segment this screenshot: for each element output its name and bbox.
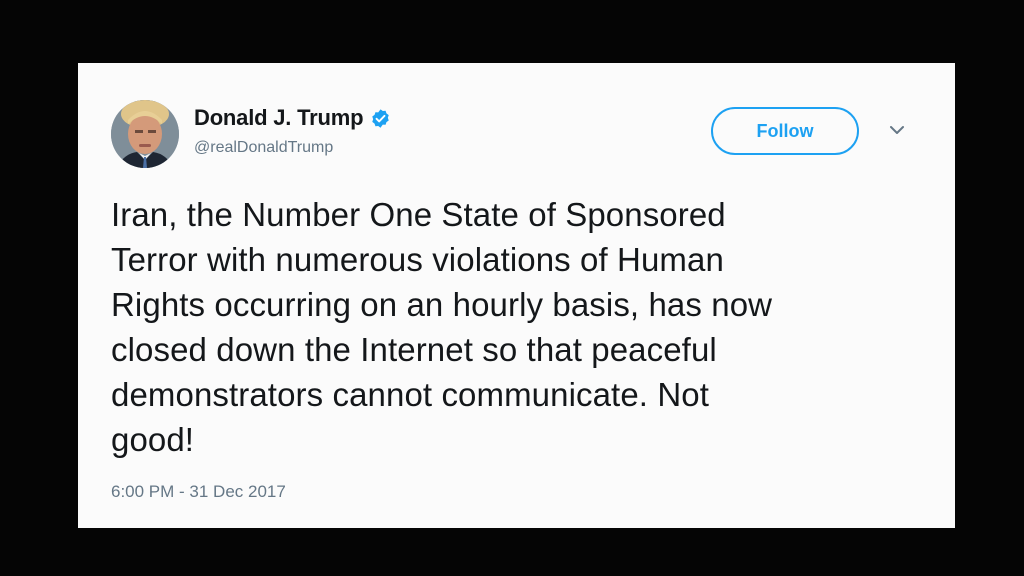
tweet-text-line: demonstrators cannot communicate. Not bbox=[111, 376, 709, 413]
author-name-row: Donald J. Trump bbox=[194, 104, 391, 132]
author-display-name[interactable]: Donald J. Trump bbox=[194, 105, 364, 131]
avatar[interactable] bbox=[111, 100, 179, 168]
author-handle[interactable]: @realDonaldTrump bbox=[194, 139, 333, 157]
tweet-card: Donald J. Trump @realDonaldTrump Follow … bbox=[78, 63, 955, 528]
tweet-text-line: good! bbox=[111, 421, 195, 458]
tweet-timestamp[interactable]: 6:00 PM - 31 Dec 2017 bbox=[111, 482, 286, 502]
tweet-text-line: closed down the Internet so that peacefu… bbox=[111, 331, 717, 368]
verified-badge-icon bbox=[370, 108, 391, 129]
profile-photo-icon bbox=[111, 100, 179, 168]
video-frame: Donald J. Trump @realDonaldTrump Follow … bbox=[0, 0, 1024, 576]
follow-button[interactable]: Follow bbox=[711, 107, 859, 155]
tweet-text-line: Terror with numerous violations of Human bbox=[111, 241, 724, 278]
chevron-down-icon[interactable] bbox=[888, 123, 906, 137]
tweet-text: Iran, the Number One State of Sponsored … bbox=[111, 192, 871, 462]
tweet-text-line: Iran, the Number One State of Sponsored bbox=[111, 196, 726, 233]
tweet-text-line: Rights occurring on an hourly basis, has… bbox=[111, 286, 773, 323]
